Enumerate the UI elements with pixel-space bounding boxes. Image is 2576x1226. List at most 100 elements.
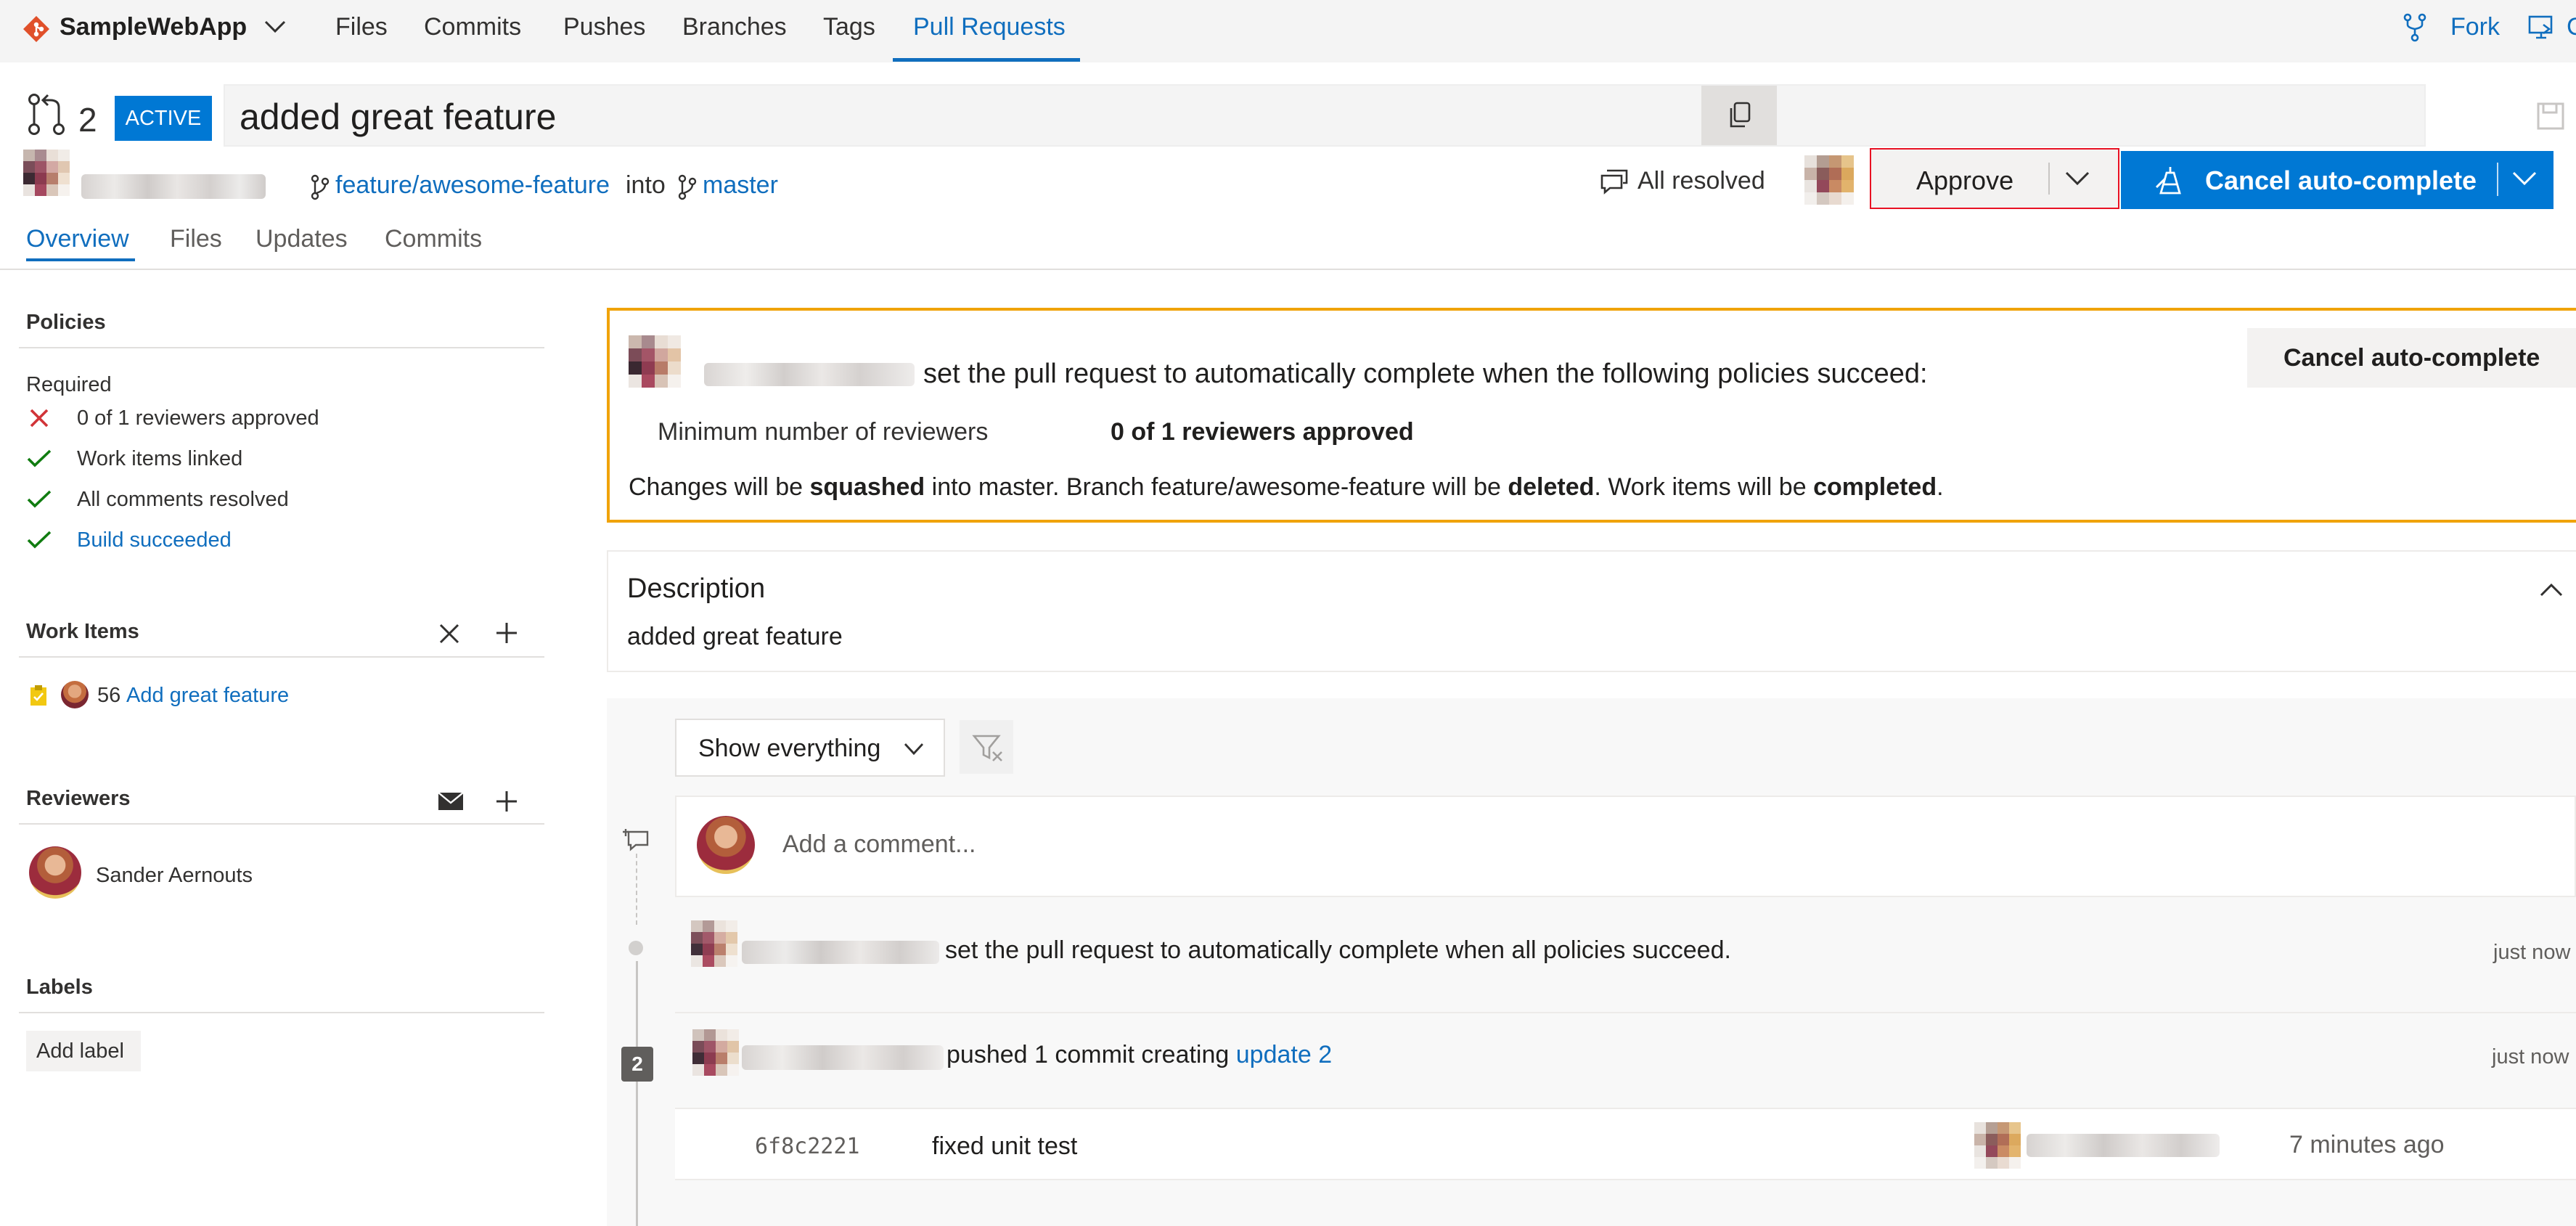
required-label: Required [26, 373, 112, 396]
commit-message[interactable]: fixed unit test [932, 1132, 1077, 1161]
banner-cancel-autocomplete-button[interactable]: Cancel auto-complete [2247, 328, 2576, 388]
work-items-heading: Work Items [26, 620, 139, 643]
banner-merge-summary: Changes will be squashed into master. Br… [629, 473, 1944, 502]
event-user-name-redacted [742, 941, 939, 964]
nav-tab-tags[interactable]: Tags [823, 13, 875, 41]
cancel-autocomplete-label[interactable]: Cancel auto-complete [2205, 165, 2477, 196]
description-text: added great feature [627, 623, 843, 650]
cancel-autocomplete-chevron-down-icon[interactable] [2511, 170, 2538, 187]
policy-comments[interactable]: All comments resolved [77, 488, 289, 512]
timeline-dot [629, 941, 643, 955]
description-heading: Description [627, 573, 766, 604]
add-work-item-plus-icon[interactable] [495, 621, 518, 645]
fork-label[interactable]: Fork [2450, 13, 2500, 41]
clear-filter-icon[interactable] [960, 720, 1013, 774]
work-item-assignee-avatar [61, 681, 89, 708]
policy-work-items[interactable]: Work items linked [77, 447, 242, 471]
comment-input-placeholder[interactable]: Add a comment... [782, 830, 976, 859]
email-reviewers-mail-icon[interactable] [437, 791, 465, 812]
activity-filter-dropdown[interactable]: Show everything [675, 719, 945, 777]
banner-user-avatar [629, 335, 681, 388]
remove-work-item-close-icon[interactable] [438, 623, 460, 645]
collapse-chevron-up-icon[interactable] [2539, 582, 2564, 598]
into-label: into [626, 171, 666, 199]
policy-build-link[interactable]: Build succeeded [77, 528, 232, 552]
status-badge: ACTIVE [115, 96, 212, 141]
comments-status[interactable]: All resolved [1637, 167, 1765, 195]
subtab-overview-indicator [26, 258, 135, 261]
reviewers-divider [19, 823, 544, 825]
approve-chevron-down-icon[interactable] [2064, 170, 2090, 187]
repo-chevron-down-icon[interactable] [263, 19, 287, 35]
copy-title-button[interactable] [1701, 86, 1777, 145]
nav-tab-branches[interactable]: Branches [682, 13, 787, 41]
subtab-files[interactable]: Files [170, 225, 222, 253]
commenter-avatar [697, 816, 755, 874]
pr-title[interactable]: added great feature [240, 96, 556, 138]
commit-hash[interactable]: 6f8c2221 [755, 1134, 860, 1159]
policies-heading: Policies [26, 311, 106, 334]
add-reviewer-plus-icon[interactable] [495, 790, 518, 813]
pr-title-input-box[interactable]: added great feature [224, 84, 2426, 147]
fork-icon[interactable] [2403, 13, 2427, 42]
reviewers-heading: Reviewers [26, 787, 131, 810]
active-tab-indicator [893, 58, 1080, 62]
comment-box[interactable]: Add a comment... [675, 796, 2576, 897]
summary-part: Changes will be [629, 473, 810, 501]
push-user-name-redacted [742, 1045, 944, 1070]
nav-tab-commits[interactable]: Commits [424, 13, 521, 41]
add-label-text[interactable]: Add label [36, 1039, 124, 1063]
nav-tab-files[interactable]: Files [335, 13, 388, 41]
push-event-text: pushed 1 commit creating update 2 [946, 1041, 1332, 1069]
pr-id: 2 [78, 101, 97, 139]
cancel-autocomplete-button[interactable]: Cancel auto-complete [2121, 151, 2553, 209]
activity-filter-label[interactable]: Show everything [698, 735, 880, 763]
policy-reviewers[interactable]: 0 of 1 reviewers approved [77, 406, 319, 430]
banner-message: set the pull request to automatically co… [923, 359, 1928, 389]
banner-policy-name: Minimum number of reviewers [658, 418, 989, 446]
summary-completed: completed [1813, 473, 1937, 501]
add-label-button[interactable]: Add label [26, 1031, 141, 1071]
target-branch-link[interactable]: master [703, 171, 778, 200]
subtab-commits[interactable]: Commits [385, 225, 482, 253]
event-autocomplete-text: set the pull request to automatically co… [945, 936, 1731, 964]
nav-tab-pull-requests[interactable]: Pull Requests [913, 13, 1066, 41]
clone-label-clipped[interactable]: C [2567, 13, 2576, 41]
subtab-updates[interactable]: Updates [255, 225, 348, 253]
activity-section: 2 Show everything Add a comment... set t… [607, 698, 2576, 1226]
author-avatar [23, 150, 70, 196]
comments-icon [1600, 168, 1629, 195]
author-name-redacted [81, 174, 266, 199]
filter-chevron-down-icon [903, 742, 925, 756]
update-badge: 2 [621, 1047, 653, 1082]
commit-author-avatar [1974, 1122, 2021, 1169]
cancel-autocomplete-divider [2497, 163, 2498, 196]
commit-row[interactable]: 6f8c2221 fixed unit test 7 minutes ago [675, 1108, 2576, 1180]
summary-squashed: squashed [809, 473, 925, 501]
description-card: Description added great feature [607, 550, 2576, 672]
approve-button[interactable]: Approve [1870, 148, 2119, 209]
work-item-id: 56 [97, 684, 121, 707]
clone-icon[interactable] [2527, 15, 2556, 41]
failed-x-icon [29, 408, 49, 428]
repo-name[interactable]: SampleWebApp [60, 13, 247, 41]
work-item-link[interactable]: Add great feature [126, 684, 289, 708]
save-icon[interactable] [2536, 102, 2565, 131]
approve-label[interactable]: Approve [1916, 165, 2013, 196]
reviewer-name[interactable]: Sander Aernouts [96, 864, 253, 888]
policies-divider [19, 347, 544, 348]
subtab-overview[interactable]: Overview [26, 225, 129, 253]
labels-divider [19, 1012, 544, 1013]
summary-deleted: deleted [1508, 473, 1595, 501]
update-link[interactable]: update 2 [1236, 1041, 1332, 1068]
add-comment-thread-icon[interactable] [623, 826, 652, 852]
passed-check-icon [26, 530, 52, 550]
summary-part: into master. Branch feature/awesome-feat… [925, 473, 1508, 501]
nav-tab-pushes[interactable]: Pushes [563, 13, 645, 41]
work-items-divider [19, 656, 544, 658]
source-branch-link[interactable]: feature/awesome-feature [335, 171, 610, 200]
push-event-time: just now [2492, 1045, 2569, 1068]
push-user-avatar [692, 1029, 739, 1076]
commit-author-name-redacted [2027, 1134, 2220, 1157]
banner-cancel-autocomplete-label[interactable]: Cancel auto-complete [2283, 344, 2540, 372]
